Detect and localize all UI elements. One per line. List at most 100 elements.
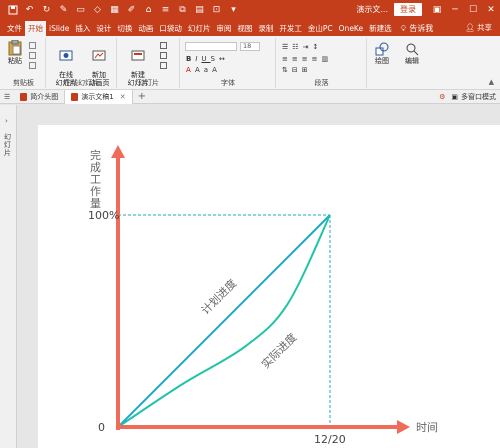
clear-format-icon[interactable]: A xyxy=(212,66,221,74)
tab-home[interactable]: 开始 xyxy=(25,21,46,36)
maximize-icon[interactable]: ☐ xyxy=(464,0,482,19)
multiwindow-icon[interactable]: ▣ xyxy=(451,93,458,101)
tab-onekey[interactable]: OneKe xyxy=(336,21,366,36)
slide-thumbnail-panel: › 幻灯片 xyxy=(0,105,17,448)
font-size-field[interactable]: 18 xyxy=(240,42,260,51)
close-icon[interactable]: ✕ xyxy=(482,0,500,19)
editing-button[interactable]: 编辑 xyxy=(400,42,424,65)
layout-icon[interactable] xyxy=(160,42,167,49)
editing-label: 编辑 xyxy=(405,57,419,65)
align-icon[interactable]: ≡ xyxy=(159,3,172,16)
reset-icon[interactable] xyxy=(160,52,167,59)
table-icon[interactable]: ▦ xyxy=(108,3,121,16)
shapes-icon xyxy=(375,42,389,56)
align-right-icon[interactable]: ≡ xyxy=(302,55,312,63)
document-title: 演示文... xyxy=(356,5,388,14)
paste-button[interactable]: 粘贴 xyxy=(6,40,24,65)
slideshow-icon[interactable]: ▭ xyxy=(74,3,87,16)
settings-icon[interactable]: ⚙ xyxy=(439,93,445,101)
tab-review[interactable]: 审阅 xyxy=(213,21,234,36)
tab-animations[interactable]: 动画 xyxy=(135,21,156,36)
copy-icon[interactable] xyxy=(29,52,36,59)
columns-icon[interactable]: ▥ xyxy=(322,55,333,63)
tab-record[interactable]: 录制 xyxy=(255,21,276,36)
tab-new-selection[interactable]: 新建选 xyxy=(366,21,395,36)
share-button[interactable]: 👤︎ 共享 xyxy=(465,22,492,33)
tab-islide[interactable]: iSlide xyxy=(46,21,72,36)
qat-more-icon[interactable]: ▾ xyxy=(227,3,240,16)
multiwindow-label[interactable]: 多窗口模式 xyxy=(461,92,496,102)
tab-insert[interactable]: 插入 xyxy=(72,21,93,36)
justify-icon[interactable]: ≡ xyxy=(312,55,322,63)
ppt-file-icon xyxy=(20,92,28,101)
minimize-icon[interactable]: ─ xyxy=(446,0,464,19)
shape-icon[interactable]: ◇ xyxy=(91,3,104,16)
slide-editor: 完成工作量 时间 计划进度 实际进度 0 100% 12/20 xyxy=(18,105,500,448)
align-left-icon[interactable]: ≡ xyxy=(282,55,292,63)
section-icon[interactable] xyxy=(160,62,167,69)
grid-icon[interactable]: ▤ xyxy=(193,3,206,16)
ribbon-display-icon[interactable]: ▣ xyxy=(428,0,446,19)
x-tick-label: 12/20 xyxy=(314,433,346,446)
y-axis-arrow xyxy=(111,145,125,158)
slides-group-label: 幻灯片 xyxy=(138,79,159,87)
user-icon: 👤︎ xyxy=(465,23,475,32)
indent-icon[interactable]: ⇥ xyxy=(303,43,313,51)
tell-me[interactable]: 💡︎ 告诉我 xyxy=(401,21,434,36)
eyedropper-icon[interactable]: ⌂ xyxy=(142,3,155,16)
strike-icon[interactable]: S xyxy=(211,55,219,63)
tab-pocket-animation[interactable]: 口袋动 xyxy=(156,21,185,36)
drawing-label: 绘图 xyxy=(375,57,389,65)
tab-view[interactable]: 视图 xyxy=(234,21,255,36)
slide-canvas[interactable]: 完成工作量 时间 计划进度 实际进度 0 100% 12/20 xyxy=(38,125,500,448)
tab-slideshow[interactable]: 幻灯片 xyxy=(185,21,214,36)
cut-icon[interactable] xyxy=(29,42,36,49)
smartart-icon[interactable]: ⊞ xyxy=(302,66,312,74)
font-color-icon[interactable]: A xyxy=(186,66,195,74)
doctab-presentation1[interactable]: 演示文稿1 ✕ xyxy=(64,89,133,104)
drawing-button[interactable]: 绘图 xyxy=(370,42,394,65)
line-spacing-icon[interactable]: ↕ xyxy=(312,43,322,51)
crop-icon[interactable]: ⊡ xyxy=(210,3,223,16)
tab-kingsoft-pc[interactable]: 金山PC xyxy=(305,21,336,36)
expand-panel-icon[interactable]: › xyxy=(5,117,8,125)
ppt-file-icon xyxy=(71,92,79,101)
collapse-ribbon-icon[interactable]: ▲ xyxy=(489,78,494,86)
text-direction-icon[interactable]: ⇅ xyxy=(282,66,292,74)
format-copy-icon[interactable] xyxy=(29,62,36,69)
x-axis-label: 时间 xyxy=(416,421,438,434)
clipboard-group: 粘贴 剪贴板 xyxy=(2,38,46,88)
bold-icon[interactable]: B xyxy=(186,55,195,63)
tab-file[interactable]: 文件 xyxy=(4,21,25,36)
clipboard-group-label: 剪贴板 xyxy=(13,79,34,87)
doctab-intro-label: 简介头图 xyxy=(30,92,59,101)
y-tick-label: 100% xyxy=(88,209,119,222)
tab-developer[interactable]: 开发工 xyxy=(276,21,305,36)
tab-transitions[interactable]: 切换 xyxy=(114,21,135,36)
align-center-icon[interactable]: ≡ xyxy=(292,55,302,63)
highlight-icon[interactable]: Aa xyxy=(195,66,212,74)
text-direction-row: ⇅⊟⊞ xyxy=(282,66,312,74)
font-color-row: AAaA xyxy=(186,66,221,74)
undo-icon[interactable]: ↶ xyxy=(23,3,36,16)
login-button[interactable]: 登录 xyxy=(394,3,422,16)
underline-icon[interactable]: U xyxy=(201,55,210,63)
bullets-icon[interactable]: ☰ xyxy=(282,43,292,51)
tab-design[interactable]: 设计 xyxy=(93,21,114,36)
spacing-icon[interactable]: ↔ xyxy=(219,55,229,63)
find-icon xyxy=(406,43,419,56)
font-name-field[interactable] xyxy=(185,42,237,51)
doctab-intro[interactable]: 简介头图 xyxy=(14,90,64,104)
new-tab-icon[interactable]: + xyxy=(133,91,151,102)
doctab-menu-icon[interactable]: ☰ xyxy=(0,93,14,101)
pen-icon[interactable]: ✐ xyxy=(125,3,138,16)
lightbulb-icon: 💡︎ xyxy=(400,23,407,33)
align-text-icon[interactable]: ⊟ xyxy=(292,66,302,74)
arrange-icon[interactable]: ⧉ xyxy=(176,3,189,16)
format-painter-icon[interactable]: ✎ xyxy=(57,3,70,16)
font-format-row: BIUS↔ xyxy=(186,55,229,63)
save-icon[interactable] xyxy=(6,3,19,16)
close-tab-icon[interactable]: ✕ xyxy=(120,93,126,101)
redo-icon[interactable]: ↻ xyxy=(40,3,53,16)
numbering-icon[interactable]: ☷ xyxy=(292,43,302,51)
